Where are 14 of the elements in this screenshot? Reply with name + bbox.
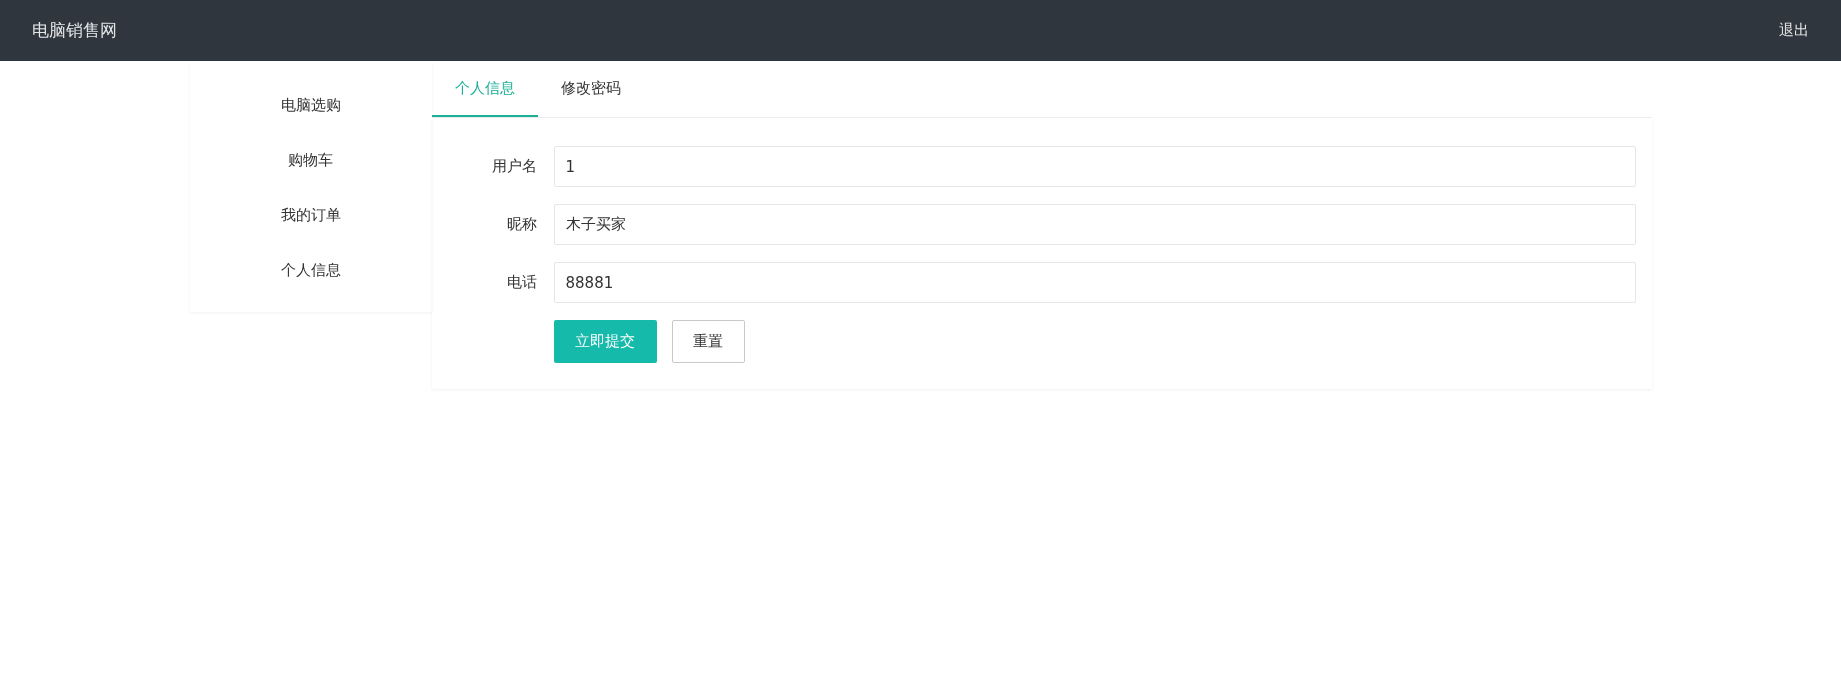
field-label: 电话 — [505, 273, 538, 292]
sidebar-item[interactable]: 电脑选购 — [189, 78, 432, 133]
field-label: 昵称 — [505, 215, 538, 234]
reset-button[interactable]: 重置 — [671, 320, 745, 363]
sidebar-item[interactable]: 我的订单 — [189, 188, 432, 243]
sidebar-item[interactable]: 个人信息 — [189, 243, 432, 298]
tab[interactable]: 修改密码 — [537, 61, 644, 117]
input-field[interactable]: 1 — [553, 146, 1636, 187]
site-title: 电脑销售网 — [32, 19, 117, 42]
input-field[interactable]: 木子买家 — [553, 204, 1636, 245]
input-field[interactable]: 88881 — [553, 262, 1636, 303]
logout-link[interactable]: 退出 — [1779, 21, 1809, 40]
sidebar-item[interactable]: 购物车 — [189, 133, 432, 188]
field-label: 用户名 — [490, 157, 538, 176]
